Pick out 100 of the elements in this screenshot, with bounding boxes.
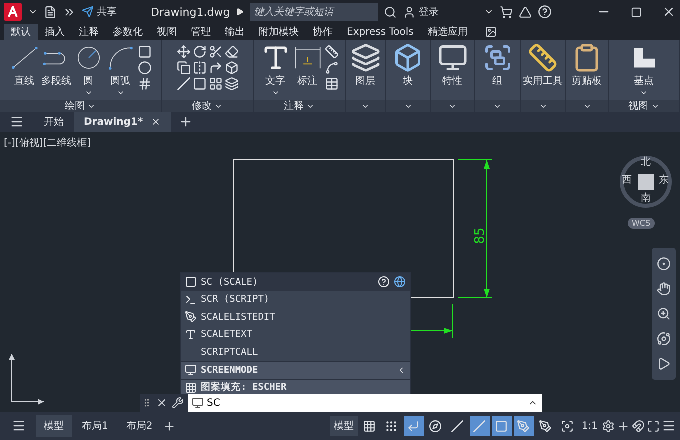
annotation-visibility-toggle[interactable] (514, 416, 534, 436)
table-button[interactable] (324, 77, 338, 91)
prompt-icon (192, 397, 204, 409)
ribbon-tab[interactable]: 注释 (72, 24, 106, 40)
steering-wheel-button[interactable] (657, 257, 671, 272)
pan-button[interactable] (657, 282, 671, 296)
hatch-icon (138, 77, 152, 91)
panel-toggle-button[interactable] (484, 24, 497, 40)
array-icon (208, 77, 222, 91)
osnap-icon (495, 420, 508, 432)
file-button[interactable] (44, 6, 57, 18)
ribbon-tab[interactable]: 插入 (38, 24, 72, 40)
ribbon-tool-button[interactable]: 文字 (260, 43, 290, 100)
annotation-scale-icon (561, 420, 574, 432)
model-space-button[interactable]: 模型 (330, 416, 358, 436)
orbit-button[interactable] (657, 332, 671, 346)
copy-icon (176, 61, 190, 75)
mirror-icon (192, 61, 206, 75)
help-button[interactable] (538, 5, 552, 19)
rotate-icon (192, 45, 206, 59)
trim-button[interactable] (208, 45, 222, 59)
ribbon-tab[interactable]: 精选应用 (420, 24, 475, 40)
triangle-icon (519, 6, 532, 18)
ribbon-tab[interactable]: 协作 (306, 24, 340, 40)
layout-tab[interactable]: 布局2 (118, 415, 161, 437)
ribbon-tab[interactable]: 视图 (150, 24, 184, 40)
ribbon-tab[interactable]: 管理 (184, 24, 218, 40)
ortho-toggle[interactable] (404, 416, 424, 436)
annotation-scale-label[interactable]: 1:1 (582, 420, 598, 432)
ellipse-icon (138, 61, 152, 75)
osnap-toggle[interactable] (492, 416, 512, 436)
grip-icon (142, 398, 152, 408)
search-button[interactable] (384, 6, 398, 18)
erase-icon (224, 45, 238, 59)
app-logo[interactable] (4, 3, 22, 21)
linear-dimension-button[interactable] (324, 45, 338, 59)
settings-icon (602, 420, 615, 432)
menu-icon (662, 419, 676, 433)
close-button[interactable] (156, 397, 168, 409)
ribbon-tab[interactable]: 输出 (218, 24, 252, 40)
hand-icon (657, 282, 671, 296)
ucs-menu[interactable]: WCS (628, 218, 655, 229)
view-cube[interactable]: 北 南 西 东 (620, 156, 672, 208)
hatch-button[interactable] (138, 77, 152, 91)
autocomplete-header[interactable]: SC (SCALE) (181, 273, 410, 291)
showmotion-button[interactable] (657, 356, 671, 371)
ribbon-tool-button[interactable]: 直线 (10, 43, 40, 100)
share-button[interactable]: 共享 (82, 5, 117, 19)
ribbon-tab[interactable]: 附加模块 (252, 24, 306, 40)
move-button[interactable] (176, 45, 190, 59)
ribbon-tool-button[interactable]: 基点 (629, 43, 659, 100)
rectangle-button[interactable] (138, 45, 152, 59)
add-button[interactable] (617, 420, 630, 432)
west-label: 西 (622, 176, 632, 186)
fullscreen-button[interactable] (647, 420, 660, 432)
ribbon-tab[interactable]: 默认 (4, 24, 38, 40)
isolate-button[interactable] (632, 420, 645, 432)
triangle-button[interactable] (519, 6, 532, 18)
zoom-button[interactable] (657, 306, 671, 321)
block-icon (393, 43, 423, 73)
maximize-button[interactable] (631, 6, 642, 18)
terminal-icon (185, 294, 197, 306)
user-icon (403, 6, 416, 18)
ribbon-tab[interactable]: Express Tools (340, 24, 421, 40)
customize-menu-button[interactable] (662, 419, 676, 433)
wheel-icon (657, 257, 671, 272)
layout-tab[interactable]: 布局1 (74, 415, 116, 437)
copy-button[interactable] (176, 61, 190, 75)
ellipse-button[interactable] (138, 61, 152, 75)
document-tab[interactable]: Drawing1* (74, 112, 172, 132)
ribbon-tool-button[interactable]: 标注 (292, 43, 322, 100)
zoom-icon (657, 306, 671, 321)
command-name: SCREENMODE (201, 364, 258, 376)
magnet-icon (632, 420, 645, 432)
cart-button[interactable] (500, 6, 514, 18)
ruler-icon (528, 43, 558, 73)
array-button[interactable] (208, 77, 222, 91)
ribbon-tool-button[interactable]: 圆 (74, 43, 104, 100)
leader-button[interactable] (324, 61, 338, 75)
erase-button[interactable] (224, 45, 238, 59)
ribbon-tool-button[interactable]: 圆弧 (106, 43, 136, 100)
search-field[interactable]: 键入关键字或短语 (250, 3, 378, 21)
document-tab[interactable]: 开始 (34, 112, 74, 132)
annotation-visibility-icon (517, 420, 530, 432)
customize-button[interactable] (172, 397, 184, 409)
viewport-label[interactable]: [-][俯视][二维线框] (4, 136, 92, 150)
close-icon (151, 117, 162, 127)
ortho-icon (407, 420, 420, 432)
cart-icon (500, 6, 514, 18)
ribbon-tab[interactable]: 参数化 (106, 24, 150, 40)
ribbon-tool-button[interactable]: 多段线 (42, 43, 72, 100)
sign-in-button[interactable]: 登录 (403, 5, 440, 19)
new-layout-button[interactable] (162, 420, 176, 432)
tracking-toggle[interactable] (470, 416, 490, 436)
layout-tab[interactable]: 模型 (36, 415, 72, 437)
command-name: SC (SCALE) (201, 276, 258, 288)
rotate-button[interactable] (192, 45, 206, 59)
autocomplete-item[interactable]: SCREENMODE (181, 361, 410, 378)
mirror-button[interactable] (192, 61, 206, 75)
settings-button[interactable] (602, 420, 615, 432)
